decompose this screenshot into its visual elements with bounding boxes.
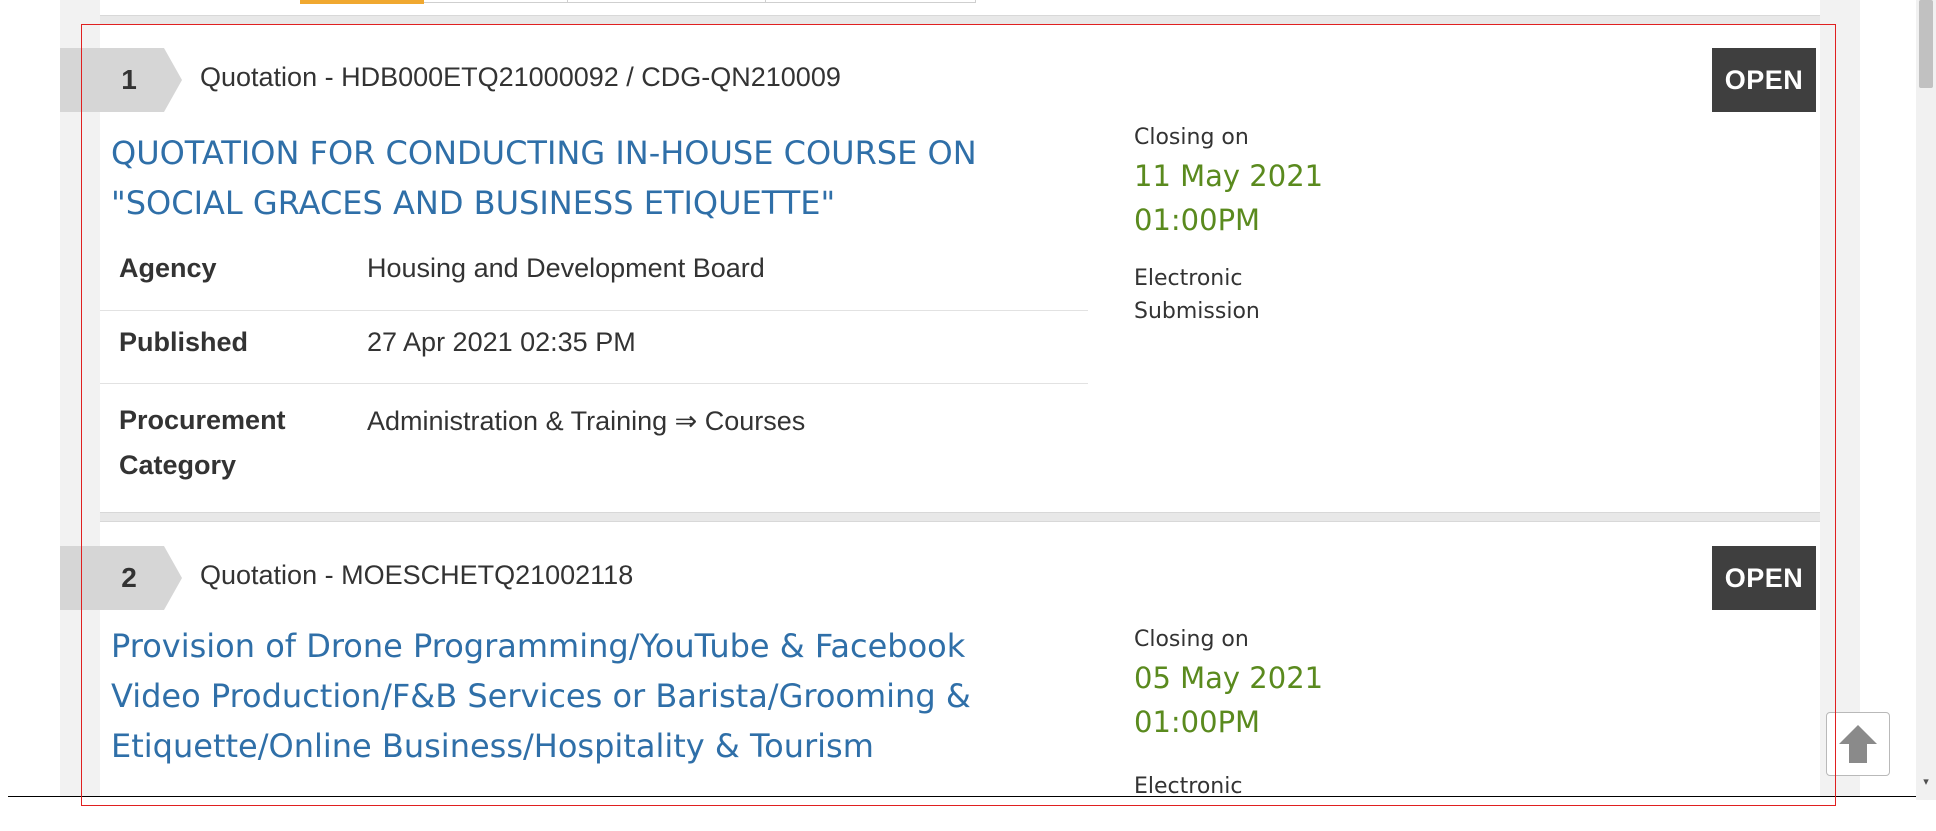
closing-label: Closing on	[1134, 125, 1249, 150]
published-label: Published	[119, 326, 249, 357]
tender-index: 1	[60, 48, 182, 112]
tab-active[interactable]	[300, 0, 424, 4]
closing-info: Closing on 05 May 2021 01:00PM Electroni…	[1134, 624, 1434, 803]
bottom-rule	[8, 796, 1928, 797]
submission-line: Submission	[1134, 299, 1260, 324]
tender-title-line: Provision of Drone Programming/YouTube &…	[111, 627, 966, 665]
agency-label: Agency	[119, 253, 217, 283]
closing-time: 01:00PM	[1134, 705, 1261, 739]
status-badge: OPEN	[1712, 48, 1816, 112]
scroll-down-arrow-icon[interactable]: ▾	[1919, 775, 1933, 789]
category-label: Procurement Category	[100, 383, 367, 493]
tab[interactable]	[568, 0, 766, 3]
detail-row-category: Procurement Category Administration & Tr…	[100, 383, 1088, 493]
status-badge: OPEN	[1712, 546, 1816, 610]
left-gutter	[60, 0, 100, 800]
category-label-line: Procurement	[119, 404, 286, 435]
tender-title-line: "SOCIAL GRACES AND BUSINESS ETIQUETTE"	[111, 184, 836, 222]
agency-value: Housing and Development Board	[367, 253, 765, 283]
tab[interactable]	[424, 0, 568, 3]
published-value: 27 Apr 2021 02:35 PM	[367, 326, 636, 357]
tender-title-line: Etiquette/Online Business/Hospitality & …	[111, 727, 874, 765]
tender-reference: Quotation - MOESCHETQ21002118	[200, 560, 634, 590]
scrollbar-thumb[interactable]	[1919, 0, 1933, 88]
page: 1 Quotation - HDB000ETQ21000092 / CDG-QN…	[0, 0, 1936, 831]
right-gutter	[1820, 0, 1860, 800]
detail-row-published: Published 27 Apr 2021 02:35 PM	[100, 310, 1088, 383]
tender-reference: Quotation - HDB000ETQ21000092 / CDG-QN21…	[200, 62, 841, 92]
closing-time: 01:00PM	[1134, 203, 1261, 237]
closing-date: 11 May 2021	[1134, 159, 1324, 193]
detail-row-agency: Agency Housing and Development Board	[100, 237, 1088, 310]
tender-title-link[interactable]: Provision of Drone Programming/YouTube &…	[111, 621, 1011, 771]
tender-title-line: Video Production/F&B Services or Barista…	[111, 677, 971, 715]
divider	[100, 15, 1820, 25]
category-label-line: Category	[119, 449, 237, 480]
submission-line: Electronic	[1134, 266, 1243, 291]
tender-title-link[interactable]: QUOTATION FOR CONDUCTING IN-HOUSE COURSE…	[111, 128, 1011, 228]
tab[interactable]	[766, 0, 976, 3]
tender-index: 2	[60, 546, 182, 610]
divider	[100, 512, 1820, 522]
arrow-up-icon	[1839, 725, 1877, 763]
tender-details: Agency Housing and Development Board Pub…	[100, 237, 1088, 493]
back-to-top-button[interactable]	[1826, 712, 1890, 776]
closing-info: Closing on 11 May 2021 01:00PM Electroni…	[1134, 122, 1434, 328]
closing-label: Closing on	[1134, 627, 1249, 652]
page-bottom-area	[0, 797, 1936, 831]
page-scrollbar[interactable]: ▾	[1916, 0, 1936, 800]
submission-method: Electronic Submission	[1134, 262, 1434, 328]
category-value: Administration & Training ⇒ Courses	[367, 405, 806, 436]
result-tabs	[300, 0, 976, 4]
closing-date: 05 May 2021	[1134, 661, 1324, 695]
tender-title-line: QUOTATION FOR CONDUCTING IN-HOUSE COURSE…	[111, 134, 977, 172]
